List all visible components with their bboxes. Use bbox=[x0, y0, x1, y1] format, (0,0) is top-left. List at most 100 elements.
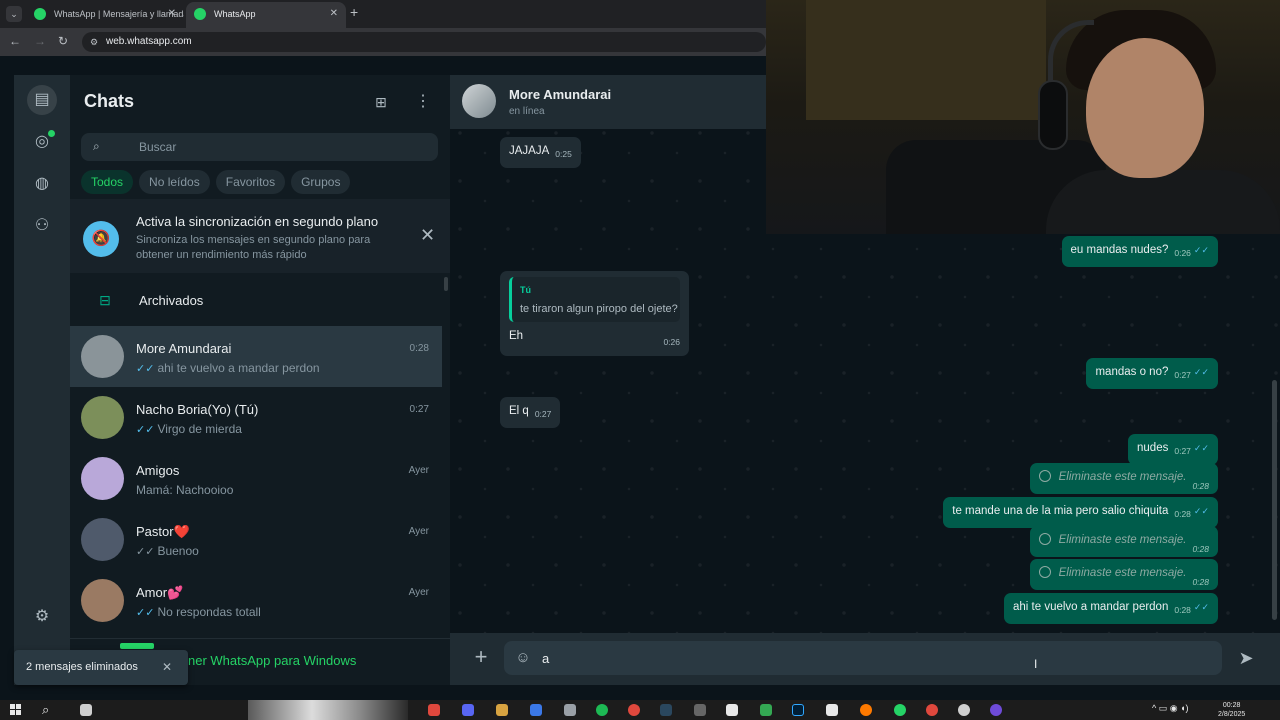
message-time: 0:25 bbox=[555, 149, 572, 159]
chrome-icon[interactable] bbox=[428, 704, 440, 716]
close-icon[interactable]: ✕ bbox=[420, 225, 435, 246]
search-input[interactable] bbox=[139, 133, 419, 161]
chat-preview-text: Mamá: Nachooioo bbox=[136, 483, 234, 497]
read-ticks-icon: ✓✓ bbox=[1193, 506, 1209, 516]
capcut-icon[interactable] bbox=[826, 704, 838, 716]
incoming-message[interactable]: Tú te tiraron algun piropo del ojete? Eh… bbox=[500, 271, 689, 356]
app-icon[interactable] bbox=[990, 704, 1002, 716]
avatar bbox=[81, 335, 124, 378]
send-icon[interactable]: ➤ bbox=[1234, 646, 1258, 670]
new-chat-icon[interactable]: ⊞ bbox=[370, 91, 392, 113]
read-ticks-icon: ✓✓ bbox=[136, 363, 155, 375]
quoted-message[interactable]: Tú te tiraron algun piropo del ojete? bbox=[509, 277, 680, 322]
whatsapp-icon[interactable] bbox=[894, 704, 906, 716]
url-text: web.whatsapp.com bbox=[106, 36, 192, 47]
chat-name: Amor💕 bbox=[136, 585, 184, 600]
file-explorer-icon[interactable] bbox=[496, 704, 508, 716]
deleted-message[interactable]: Eliminaste este mensaje. 0:28 bbox=[1029, 526, 1218, 557]
sticker-emoji-icon[interactable]: ☺ bbox=[514, 649, 532, 667]
clock[interactable]: 00:28 2/8/2025 bbox=[1218, 701, 1245, 719]
system-tray[interactable]: ^ ▭ ◉ ◖) bbox=[1152, 703, 1189, 714]
app-icon[interactable] bbox=[564, 704, 576, 716]
incoming-message[interactable]: El q 0:27 bbox=[500, 397, 561, 428]
back-icon[interactable]: ← bbox=[9, 34, 21, 48]
outgoing-message[interactable]: te mande una de la mia pero salio chiqui… bbox=[943, 497, 1218, 528]
close-tab-icon[interactable]: ✕ bbox=[168, 2, 176, 26]
conversation-scrollbar[interactable] bbox=[1272, 380, 1277, 620]
filter-no-leidos[interactable]: No leídos bbox=[139, 170, 210, 194]
attach-plus-icon[interactable]: + bbox=[470, 646, 492, 668]
url-field[interactable]: ⚙ web.whatsapp.com bbox=[82, 32, 766, 52]
search-box[interactable]: ⌕ bbox=[81, 133, 438, 161]
communities-icon[interactable]: ⚇ bbox=[27, 211, 57, 241]
chrome-icon[interactable] bbox=[926, 704, 938, 716]
incoming-message[interactable]: JAJAJA 0:25 bbox=[500, 137, 581, 168]
contact-avatar[interactable] bbox=[462, 84, 496, 118]
task-view-icon[interactable] bbox=[80, 704, 92, 716]
outgoing-message[interactable]: nudes 0:27 ✓✓ bbox=[1128, 434, 1218, 465]
avatar bbox=[81, 457, 124, 500]
chat-preview: ✓✓ Virgo de mierda bbox=[136, 422, 242, 436]
archived-row[interactable]: ⊟ Archivados bbox=[70, 278, 450, 323]
sync-banner[interactable]: 🔕 Activa la sincronización en segundo pl… bbox=[70, 199, 450, 273]
settings-icon[interactable]: ⚙ bbox=[27, 602, 57, 632]
message-box[interactable]: ☺ bbox=[504, 641, 1222, 675]
drive-icon[interactable] bbox=[760, 704, 772, 716]
chat-item[interactable]: More Amundarai 0:28 ✓✓ ahi te vuelvo a ma… bbox=[70, 326, 442, 387]
message-input[interactable] bbox=[542, 641, 1202, 675]
app-icon[interactable] bbox=[860, 704, 872, 716]
steam-icon[interactable] bbox=[660, 704, 672, 716]
chrome-icon[interactable] bbox=[628, 704, 640, 716]
close-tab-icon[interactable]: ✕ bbox=[330, 2, 338, 26]
prohibited-icon bbox=[1038, 470, 1051, 482]
chat-name: Nacho Boria(Yo) (Tú) bbox=[136, 402, 259, 417]
sync-description: Sincroniza los mensajes en segundo plano… bbox=[136, 234, 371, 261]
filter-todos[interactable]: Todos bbox=[81, 170, 134, 194]
deleted-message[interactable]: Eliminaste este mensaje. 0:28 bbox=[1029, 559, 1218, 590]
discord-icon[interactable] bbox=[462, 704, 474, 716]
settings-icon[interactable] bbox=[958, 704, 970, 716]
outgoing-message[interactable]: ahi te vuelvo a mandar perdon 0:28 ✓✓ bbox=[1004, 593, 1218, 624]
browser-tab-whatsapp-landing[interactable]: WhatsApp | Mensajería y llamadas ✕ bbox=[26, 2, 184, 28]
chat-item[interactable]: Amigos Ayer Mamá: Nachooioo bbox=[70, 448, 442, 509]
taskbar-app-preview[interactable] bbox=[248, 700, 408, 720]
photoshop-icon[interactable] bbox=[792, 704, 804, 716]
tab-search-button[interactable]: ⌄ bbox=[6, 6, 22, 22]
message-time: 0:28 bbox=[1192, 544, 1209, 554]
chat-item[interactable]: Pastor❤️ Ayer ✓✓ Buenoo bbox=[70, 509, 442, 570]
app-icon[interactable] bbox=[694, 704, 706, 716]
forward-icon[interactable]: → bbox=[34, 34, 46, 48]
browser-tab-whatsapp[interactable]: WhatsApp ✕ bbox=[186, 2, 346, 28]
message-time: 0:28 bbox=[1192, 481, 1209, 491]
site-info-icon[interactable]: ⚙ bbox=[90, 32, 98, 52]
search-icon[interactable]: ⌕ bbox=[42, 702, 49, 718]
close-icon[interactable]: ✕ bbox=[162, 660, 172, 674]
filter-grupos[interactable]: Grupos bbox=[291, 170, 351, 194]
outgoing-message[interactable]: eu mandas nudes? 0:26 ✓✓ bbox=[1061, 236, 1218, 267]
app-icon[interactable] bbox=[530, 704, 542, 716]
address-bar-row: ← → ↻ ⚙ web.whatsapp.com bbox=[0, 28, 766, 56]
chats-icon[interactable]: ▤ bbox=[27, 85, 57, 115]
message-text: Eh bbox=[509, 330, 524, 342]
menu-icon[interactable]: ⋮ bbox=[412, 91, 434, 113]
channels-icon[interactable]: ◍ bbox=[27, 169, 57, 199]
archived-label: Archivados bbox=[139, 293, 204, 308]
scrollbar[interactable] bbox=[444, 277, 448, 291]
filter-favoritos[interactable]: Favoritos bbox=[215, 170, 286, 194]
spotify-icon[interactable] bbox=[596, 704, 608, 716]
chat-preview-text: ahi te vuelvo a mandar perdon bbox=[157, 361, 320, 375]
new-tab-icon[interactable]: + bbox=[350, 4, 358, 20]
outgoing-message[interactable]: mandas o no? 0:27 ✓✓ bbox=[1086, 358, 1218, 389]
chat-name: More Amundarai bbox=[136, 341, 232, 356]
chat-item[interactable]: Amor💕 Ayer ✓✓ No respondas totall bbox=[70, 570, 442, 631]
chat-item[interactable]: Nacho Boria(Yo) (Tú) 0:27 ✓✓ Virgo de mie… bbox=[70, 387, 442, 448]
capcut-icon[interactable] bbox=[726, 704, 738, 716]
deleted-message[interactable]: Eliminaste este mensaje. 0:28 bbox=[1029, 463, 1218, 494]
reload-icon[interactable]: ↻ bbox=[58, 34, 68, 48]
windows-taskbar: ⌕ ^ ▭ ◉ ◖) 00:28 2/8/2025 bbox=[0, 700, 1280, 720]
status-icon[interactable]: ◎ bbox=[27, 127, 57, 157]
delivered-ticks-icon: ✓✓ bbox=[136, 546, 155, 558]
message-time: 0:27 bbox=[1174, 370, 1191, 380]
message-text: ahi te vuelvo a mandar perdon bbox=[1013, 601, 1169, 613]
windows-start-icon[interactable] bbox=[10, 704, 22, 716]
